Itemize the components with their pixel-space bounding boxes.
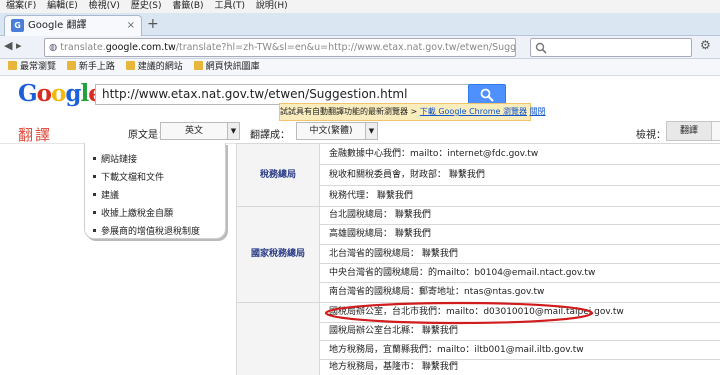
menu-help[interactable]: 說明(H) xyxy=(256,1,288,11)
nav-buttons: ◀ ▸ xyxy=(4,39,22,52)
nav-link-downloads[interactable]: 下載文檔和文件 xyxy=(93,170,164,183)
nav-link-vat-refund[interactable]: 參展商的增值稅退稅制度 xyxy=(93,224,200,237)
wrench-icon[interactable]: ⚙ xyxy=(700,38,711,52)
bookmark-page-icon xyxy=(193,61,203,70)
view-original-button[interactable] xyxy=(711,121,720,141)
download-chrome-link[interactable]: 下載 Google Chrome 瀏覽器 xyxy=(420,107,527,116)
notice-text: 試試具有自動翻譯功能的最新瀏覽器 > xyxy=(280,107,418,116)
menu-history[interactable]: 歷史(S) xyxy=(131,1,162,11)
table-row[interactable]: 台北國稅總局： 聯繫我們 xyxy=(320,207,720,224)
nav-link-website-links[interactable]: 網站鏈接 xyxy=(93,152,137,165)
bullet-icon xyxy=(93,193,96,196)
target-language-select[interactable]: 中文(繁體) ▼ xyxy=(296,122,378,140)
new-tab-button[interactable]: + xyxy=(147,16,159,32)
bookmark-web-slice-gallery[interactable]: 網頁快訊圖庫 xyxy=(193,59,260,75)
source-language-select[interactable]: 英文 ▼ xyxy=(160,122,240,140)
table-row[interactable]: 北台灣省的國稅總局： 聯繫我們 xyxy=(320,245,720,263)
bookmark-suggested-sites[interactable]: 建議的網站 xyxy=(125,59,183,75)
close-tab-icon[interactable]: × xyxy=(127,16,135,36)
magnifier-icon xyxy=(535,42,547,54)
category-national-tax-admin: 國家稅務總局 xyxy=(237,207,319,302)
bookmark-most-visited[interactable]: 最常瀏覽 xyxy=(8,59,56,75)
search-icon xyxy=(480,88,494,102)
view-label: 檢視： xyxy=(636,130,666,141)
forward-icon[interactable]: ▸ xyxy=(16,39,22,52)
url-prefix: translate. xyxy=(60,42,106,53)
chevron-down-icon: ▼ xyxy=(227,123,239,139)
nav-link-suggestion[interactable]: 建議 xyxy=(93,188,119,201)
menu-file[interactable]: 檔案(F) xyxy=(6,1,36,11)
bookmark-getting-started[interactable]: 新手上路 xyxy=(66,59,115,75)
chevron-down-icon: ▼ xyxy=(365,123,377,139)
menu-tools[interactable]: 工具(T) xyxy=(214,1,245,11)
table-row[interactable]: 稅務代理： 聯繫我們 xyxy=(320,186,720,206)
menu-view[interactable]: 檢視(V) xyxy=(89,1,120,11)
left-nav-panel: 網站鏈接 下載文檔和文件 建議 收據上繳稅金自願 參展商的增值稅退稅制度 xyxy=(84,143,226,239)
bookmark-page-icon xyxy=(66,61,76,70)
bullet-icon xyxy=(93,175,96,178)
tab-title: Google 翻譯 xyxy=(28,20,87,31)
bullet-icon xyxy=(93,229,96,232)
menu-bookmarks[interactable]: 書籤(B) xyxy=(172,1,203,11)
nav-link-receipt-tax[interactable]: 收據上繳稅金自願 xyxy=(93,206,173,219)
view-translation-button[interactable]: 翻譯 xyxy=(666,121,712,141)
url-host: google.com.tw xyxy=(105,42,176,53)
google-search-input[interactable]: http://www.etax.nat.gov.tw/etwen/Suggest… xyxy=(95,84,473,105)
table-row[interactable]: 地方稅務局，基隆市： 聯繫我們 xyxy=(320,360,720,375)
bookmarks-bar: 最常瀏覽 新手上路 建議的網站 網頁快訊圖庫 xyxy=(0,59,720,76)
globe-icon: ◍ xyxy=(49,42,58,53)
table-row[interactable]: 地方稅務局，宜蘭縣我們：mailto：iltb001@mail.iltb.gov… xyxy=(320,341,720,359)
close-notice-link[interactable]: 關閉 xyxy=(530,107,546,116)
menu-edit[interactable]: 編輯(E) xyxy=(47,1,78,11)
bullet-icon xyxy=(93,211,96,214)
translate-logo[interactable]: 翻譯 xyxy=(18,124,52,145)
table-row[interactable]: 稅收和關稅委員會，財政部： 聯繫我們 xyxy=(320,165,720,185)
google-favicon-icon: G xyxy=(11,19,24,32)
google-logo[interactable]: Google xyxy=(18,80,103,107)
bookmark-folder-icon xyxy=(8,61,17,70)
address-bar[interactable]: ◍ translate.google.com.tw/translate?hl=zh… xyxy=(44,38,516,57)
back-icon[interactable]: ◀ xyxy=(4,39,12,52)
table-row[interactable]: 中央台灣省的國稅總局：的mailto：b0104@email.ntact.gov… xyxy=(320,264,720,282)
annotation-ellipse xyxy=(324,301,594,325)
tab-google-translate[interactable]: G Google 翻譯 × xyxy=(4,15,142,36)
category-local-tax xyxy=(237,303,319,375)
table-row[interactable]: 金融數據中心我們：mailto：internet@fdc.gov.tw xyxy=(320,144,720,164)
url-path: /translate?hl=zh-TW&sl=en&u=http://www.e… xyxy=(175,42,516,53)
browser-search-box[interactable] xyxy=(530,38,692,57)
bookmark-page-icon xyxy=(125,61,135,70)
category-tax-administration: 稅務總局 xyxy=(237,144,319,206)
table-row[interactable]: 高雄國稅總局： 聯繫我們 xyxy=(320,225,720,244)
table-row[interactable]: 南台灣省的國稅總局：郵寄地址：ntas@ntas.gov.tw xyxy=(320,283,720,302)
bullet-icon xyxy=(93,157,96,160)
chrome-promo-notice: 試試具有自動翻譯功能的最新瀏覽器 > 下載 Google Chrome 瀏覽器 … xyxy=(279,103,546,121)
target-language-label: 翻譯成： xyxy=(250,130,290,141)
menu-bar: 檔案(F) 編輯(E) 檢視(V) 歷史(S) 書籤(B) 工具(T) 說明(H… xyxy=(0,0,720,13)
